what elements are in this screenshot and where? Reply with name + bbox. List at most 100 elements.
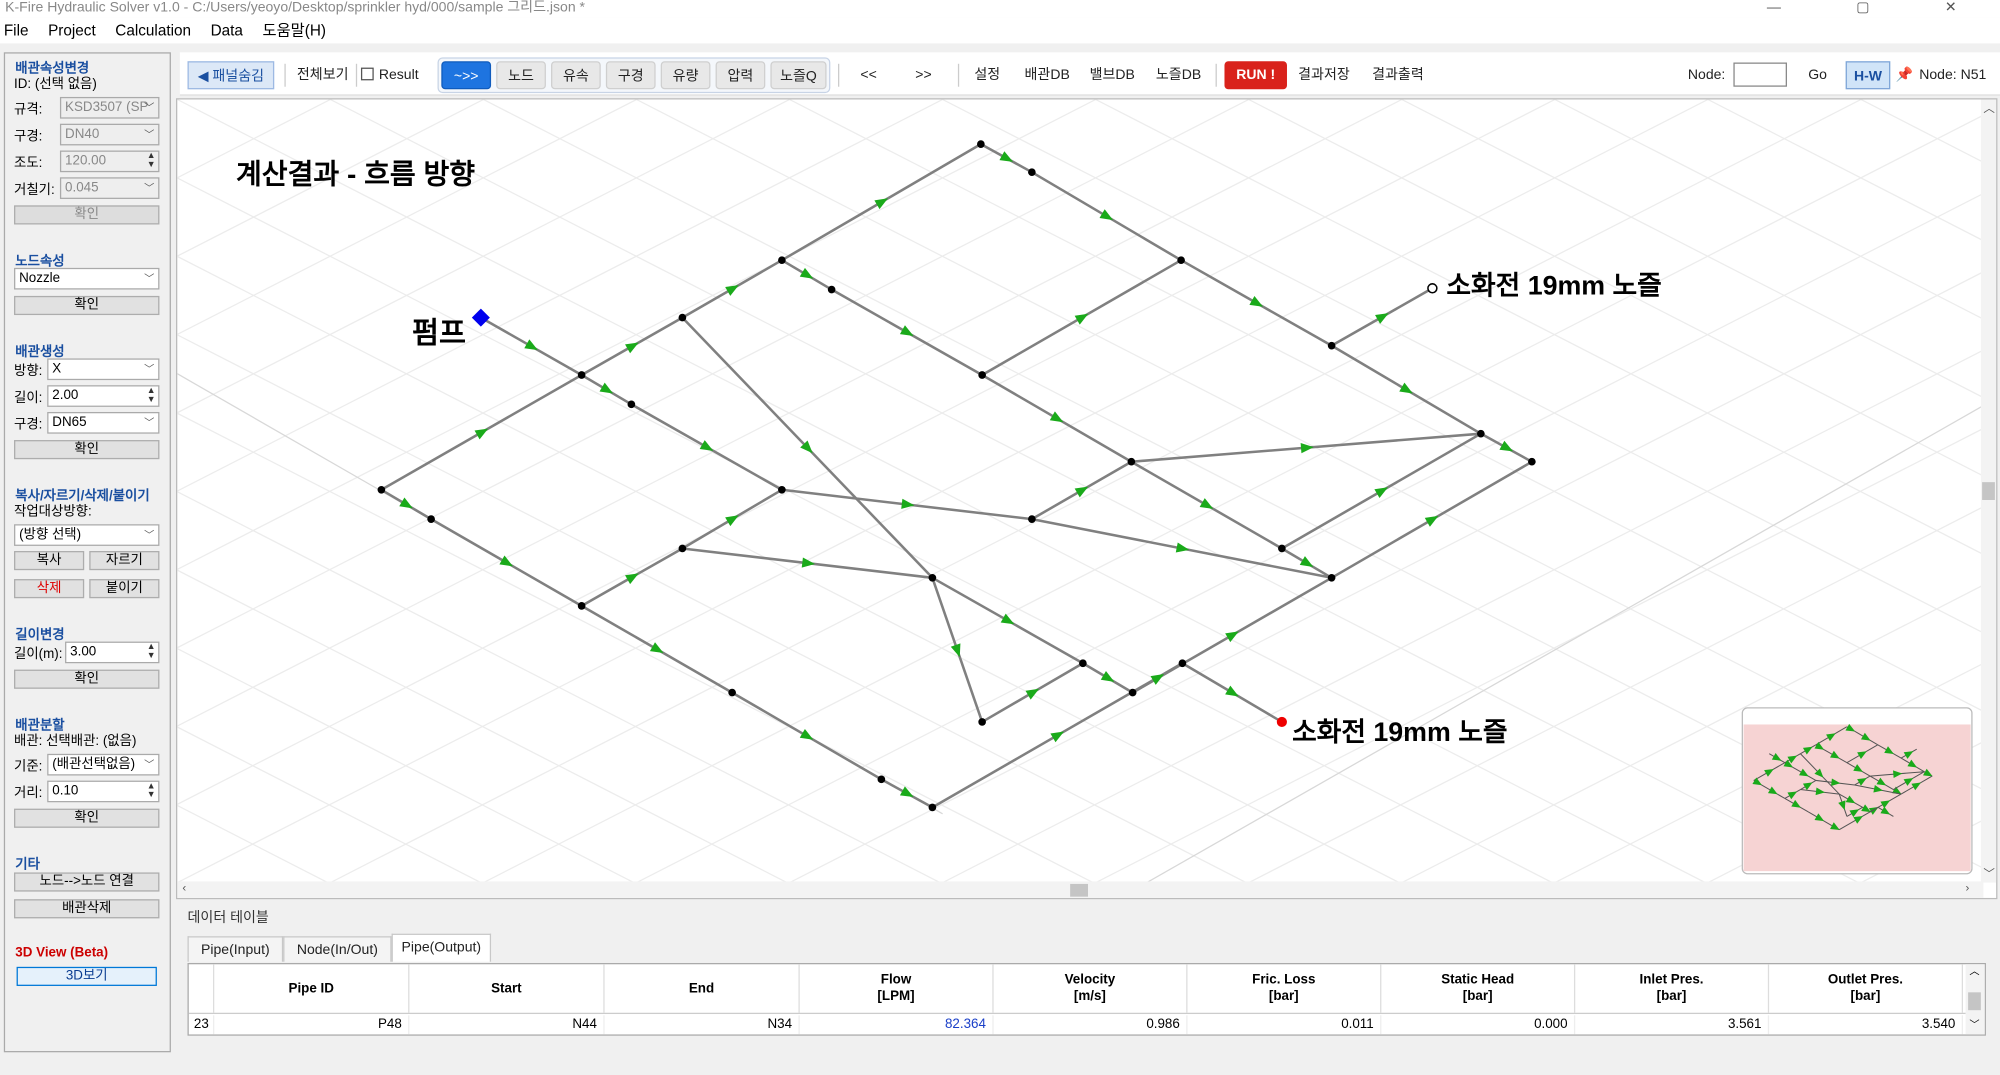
col-inlet-pres[interactable]: Inlet Pres. [bar] — [1575, 964, 1770, 1013]
col-fric-loss[interactable]: Fric. Loss [bar] — [1187, 964, 1382, 1013]
pump-label: 펌프 — [412, 317, 466, 350]
pin-icon[interactable]: 📌 — [1895, 61, 1913, 89]
hw-button[interactable]: H-W — [1845, 61, 1891, 90]
cell-fric-loss[interactable]: 0.011 — [1187, 1015, 1382, 1035]
run-button[interactable]: RUN ! — [1224, 61, 1287, 90]
row-header-column — [189, 964, 215, 1013]
go-button[interactable]: Go — [1800, 61, 1836, 89]
new-length-input[interactable]: 3.00 ▲ ▼ — [65, 641, 160, 664]
spin-icon[interactable]: ▲ ▼ — [147, 782, 156, 800]
col-pipe-id[interactable]: Pipe ID — [214, 964, 410, 1013]
pipe-network-drawing[interactable]: 계산결과 - 흐름 방향 펌프 소화전 19mm 노즐 소화전 19mm 노즐 — [177, 99, 1984, 883]
spec-select[interactable]: KSD3507 (SP ﹀ — [59, 96, 160, 119]
scroll-down-icon[interactable]: ﹀ — [1983, 865, 1994, 882]
pipe-split-confirm-button[interactable]: 확인 — [14, 808, 160, 828]
row-index[interactable]: 23 — [189, 1015, 215, 1035]
pipe-props-confirm-button[interactable]: 확인 — [14, 205, 160, 225]
mode-pressure-button[interactable]: 압력 — [715, 61, 766, 90]
mode-nozzle-q-button[interactable]: 노즐Q — [770, 61, 827, 90]
create-dia-select[interactable]: DN65 ﹀ — [47, 411, 160, 434]
menu-help[interactable]: 도움말(H) — [263, 22, 326, 40]
menu-data[interactable]: Data — [211, 22, 243, 40]
node-props-confirm-button[interactable]: 확인 — [14, 295, 160, 316]
save-result-button[interactable]: 결과저장 — [1296, 61, 1352, 89]
col-end[interactable]: End — [605, 964, 800, 1013]
c-input[interactable]: 120.00 ▲ ▼ — [59, 150, 160, 173]
delete-button[interactable]: 삭제 — [14, 579, 85, 599]
scroll-left-icon[interactable]: ‹ — [182, 881, 186, 894]
menu-project[interactable]: Project — [48, 22, 96, 40]
vertical-scrollbar[interactable]: ︿ ﹀ — [1980, 99, 1997, 883]
cell-static-head[interactable]: 0.000 — [1381, 1015, 1576, 1035]
prev-button[interactable]: << — [848, 61, 889, 89]
view-3d-button[interactable]: 3D보기 — [16, 966, 157, 986]
panel-hide-button[interactable]: ◀ 패널숨김 — [187, 61, 275, 90]
menu-file[interactable]: File — [4, 22, 29, 40]
mode-velocity-button[interactable]: 유속 — [551, 61, 601, 90]
mode-diameter-button[interactable]: 구경 — [605, 61, 656, 90]
cell-end[interactable]: N34 — [605, 1015, 800, 1035]
next-button[interactable]: >> — [903, 61, 944, 89]
checkbox-icon[interactable] — [360, 67, 374, 81]
col-start[interactable]: Start — [409, 964, 605, 1013]
tab-pipe-input[interactable]: Pipe(Input) — [187, 936, 284, 962]
tab-node-inout[interactable]: Node(In/Out) — [283, 936, 392, 962]
data-grid: Pipe ID Start End Flow [LPM] Velocity [m… — [187, 963, 1986, 1036]
node-search-input[interactable] — [1733, 62, 1787, 87]
pipe-create-confirm-button[interactable]: 확인 — [14, 440, 160, 460]
node-connect-button[interactable]: 노드-->노드 연결 — [14, 872, 160, 892]
paste-button[interactable]: 붙이기 — [89, 579, 160, 599]
dia-select[interactable]: DN40 ﹀ — [59, 123, 160, 146]
tab-pipe-output[interactable]: Pipe(Output) — [391, 933, 492, 962]
mode-flow-button[interactable]: 유량 — [660, 61, 711, 90]
scroll-up-icon[interactable]: ︿ — [1983, 99, 1994, 116]
col-flow[interactable]: Flow [LPM] — [800, 964, 994, 1013]
copy-button[interactable]: 복사 — [14, 551, 85, 571]
cut-button[interactable]: 자르기 — [89, 551, 160, 571]
scroll-up-icon[interactable]: ︿ — [1969, 964, 1979, 978]
valve-db-button[interactable]: 밸브DB — [1087, 61, 1138, 89]
vertical-scroll-thumb[interactable] — [1982, 482, 1995, 500]
minimap[interactable] — [1741, 707, 1973, 875]
cell-inlet-pres[interactable]: 3.561 — [1575, 1015, 1770, 1035]
view-all-button[interactable]: 전체보기 — [295, 61, 351, 89]
node-type-select[interactable]: Nozzle ﹀ — [14, 267, 160, 290]
cell-velocity[interactable]: 0.986 — [994, 1015, 1188, 1035]
cell-outlet-pres[interactable]: 3.540 — [1769, 1015, 1963, 1035]
col-velocity[interactable]: Velocity [m/s] — [994, 964, 1188, 1013]
mode-flow-direction-button[interactable]: ~>> — [441, 61, 492, 90]
roughness-select[interactable]: 0.045 ﹀ — [59, 177, 160, 199]
menu-calculation[interactable]: Calculation — [115, 22, 191, 40]
nozzle-db-button[interactable]: 노즐DB — [1153, 61, 1204, 89]
split-distance-input[interactable]: 0.10 ▲ ▼ — [47, 780, 160, 803]
length-change-confirm-button[interactable]: 확인 — [14, 669, 160, 689]
scroll-right-icon[interactable]: › — [1966, 881, 1970, 894]
length-input[interactable]: 2.00 ▲ ▼ — [47, 385, 160, 407]
scroll-down-icon[interactable]: ﹀ — [1969, 1018, 1979, 1032]
spin-icon[interactable]: ▲ ▼ — [147, 386, 156, 404]
print-result-button[interactable]: 결과출력 — [1370, 61, 1426, 89]
horizontal-scrollbar[interactable]: ‹ › — [177, 881, 1984, 898]
mode-node-button[interactable]: 노드 — [496, 61, 546, 90]
settings-button[interactable]: 설정 — [968, 61, 1006, 89]
node-point — [1327, 341, 1336, 350]
cell-flow[interactable]: 82.364 — [800, 1015, 994, 1035]
cell-pipe-id[interactable]: P48 — [214, 1015, 410, 1035]
grid-scrollbar[interactable]: ︿ ﹀ — [1965, 964, 1985, 1035]
window-controls[interactable]: — ▢ ✕ — [1767, 0, 1992, 15]
node-point — [1278, 544, 1286, 553]
cell-start[interactable]: N44 — [409, 1015, 605, 1035]
result-checkbox[interactable]: Result — [360, 61, 425, 89]
flow-arrow-icon — [625, 342, 639, 354]
col-static-head[interactable]: Static Head [bar] — [1381, 964, 1576, 1013]
target-direction-select[interactable]: (방향 선택) ﹀ — [14, 524, 160, 546]
pipe-delete-button[interactable]: 배관삭제 — [14, 899, 160, 919]
col-outlet-pres[interactable]: Outlet Pres. [bar] — [1769, 964, 1963, 1013]
pipe-db-button[interactable]: 배관DB — [1022, 61, 1073, 89]
direction-select[interactable]: X ﹀ — [47, 358, 160, 381]
network-canvas[interactable]: 계산결과 - 흐름 방향 펌프 소화전 19mm 노즐 소화전 19mm 노즐 … — [176, 98, 1998, 900]
horizontal-scroll-thumb[interactable] — [1070, 883, 1089, 897]
spin-icon[interactable]: ▲ ▼ — [147, 152, 156, 170]
spin-icon[interactable]: ▲ ▼ — [147, 643, 156, 661]
split-base-select[interactable]: (배관선택없음) ﹀ — [47, 753, 160, 776]
